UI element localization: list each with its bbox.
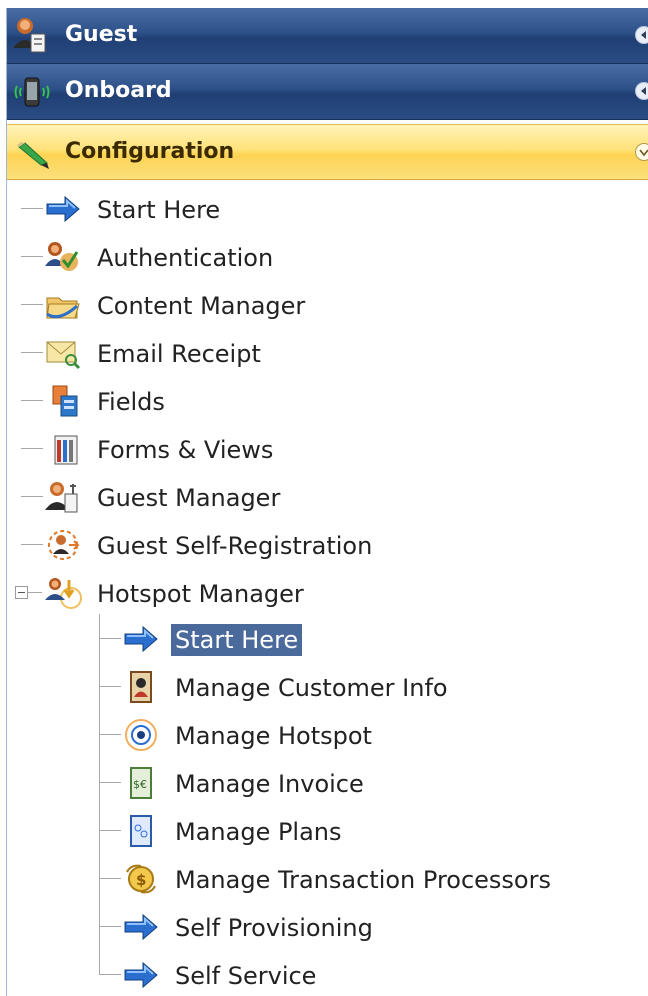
tree-connector [99, 638, 121, 639]
expand-arrow-icon[interactable] [635, 26, 648, 44]
tree-item-label: Start Here [97, 196, 221, 224]
transaction-icon: $ [121, 862, 161, 896]
tree-connector [99, 614, 100, 974]
tree-connector [21, 400, 43, 401]
forms-icon [43, 432, 83, 466]
configuration-header[interactable]: Configuration [7, 124, 648, 180]
tree-connector [21, 352, 43, 353]
tree-item-label: Manage Customer Info [175, 674, 448, 702]
self-registration-icon [43, 528, 83, 562]
tree-item-label: Email Receipt [97, 340, 261, 368]
tree-item-label: Content Manager [97, 292, 306, 320]
tree-item-label: Manage Transaction Processors [175, 866, 551, 894]
pencil-icon [11, 133, 53, 173]
authentication-icon [43, 240, 83, 274]
tree-item-label: Manage Hotspot [175, 722, 372, 750]
tree-item-label: Forms & Views [97, 436, 274, 464]
tree-connector [21, 496, 43, 497]
hotspot-manager-icon [43, 576, 83, 610]
tree-connector [21, 208, 43, 209]
tree-item-label: Guest Manager [97, 484, 281, 512]
tree-item-label: Manage Invoice [175, 770, 364, 798]
guest-header[interactable]: Guest [7, 8, 648, 64]
fields-icon [43, 384, 83, 418]
collapse-arrow-icon[interactable] [635, 143, 648, 161]
navigation-panel: Guest Onboard Configuration Start Here A… [6, 8, 648, 996]
mobile-device-icon [11, 72, 53, 112]
tree-connector [21, 304, 43, 305]
guest-header-label: Guest [65, 22, 138, 47]
arrow-right-icon [43, 192, 83, 226]
tree-item-label: Guest Self-Registration [97, 532, 373, 560]
tree-connector [99, 974, 121, 975]
expand-arrow-icon[interactable] [635, 82, 648, 100]
onboard-header-label: Onboard [65, 78, 172, 103]
arrow-right-icon [121, 958, 161, 992]
content-manager-icon [43, 288, 83, 322]
arrow-right-icon [121, 622, 161, 656]
tree-connector [99, 782, 121, 783]
tree-connector [21, 256, 43, 257]
tree-item-label: Self Provisioning [175, 914, 373, 942]
tree-item-label: Authentication [97, 244, 274, 272]
svg-text:$€: $€ [133, 778, 147, 791]
plans-icon [121, 814, 161, 848]
guest-manager-icon [43, 480, 83, 514]
tree-connector [21, 544, 43, 545]
tree-item-label-selected: Start Here [171, 624, 303, 656]
onboard-header[interactable]: Onboard [7, 64, 648, 120]
customer-info-icon [121, 670, 161, 704]
tree-item-label: Fields [97, 388, 165, 416]
tree-item-label: Self Service [175, 962, 317, 990]
tree-connector [99, 830, 121, 831]
arrow-right-icon [121, 910, 161, 944]
configuration-header-label: Configuration [65, 139, 235, 164]
guest-user-icon [11, 16, 53, 56]
tree-item-label: Manage Plans [175, 818, 342, 846]
tree-connector [99, 734, 121, 735]
tree-connector [99, 926, 121, 927]
tree-connector [99, 878, 121, 879]
tree-connector [28, 592, 42, 593]
tree-connector [99, 686, 121, 687]
collapse-node-icon[interactable] [15, 586, 28, 599]
tree-item-label: Hotspot Manager [97, 580, 304, 608]
hotspot-icon [121, 718, 161, 752]
email-icon [43, 336, 83, 370]
invoice-icon: $€ [121, 766, 161, 800]
tree-connector [21, 448, 43, 449]
svg-text:$: $ [136, 871, 146, 889]
